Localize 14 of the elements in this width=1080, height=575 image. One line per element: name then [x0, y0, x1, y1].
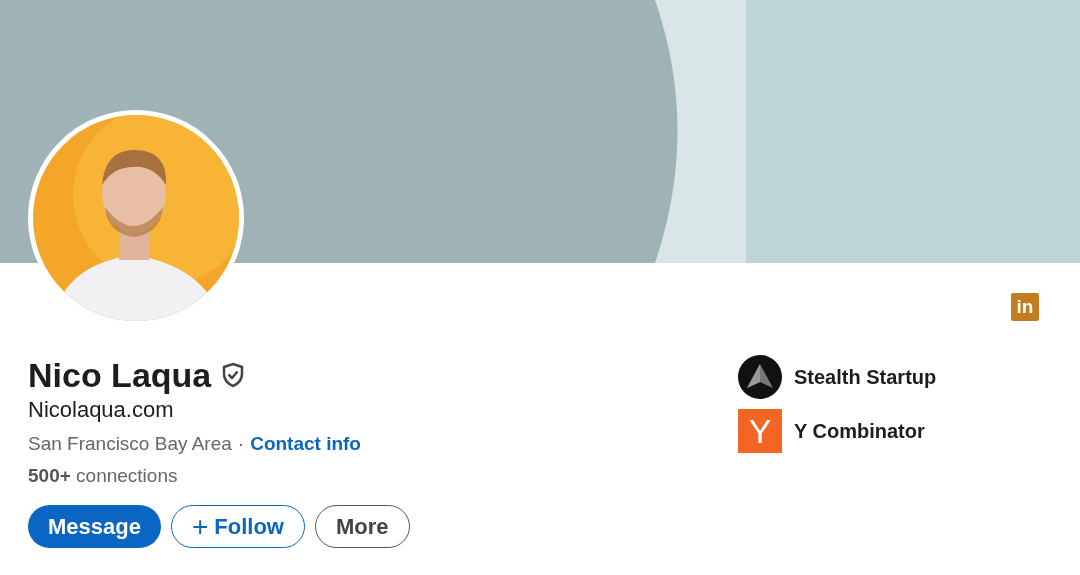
company-logo-icon: Y: [738, 409, 782, 453]
separator-dot: ·: [237, 433, 245, 455]
message-button[interactable]: Message: [28, 505, 161, 548]
contact-info-link[interactable]: Contact info: [250, 433, 361, 455]
profile-name: Nico Laqua: [28, 355, 212, 395]
company-name[interactable]: Stealth Startup: [794, 365, 937, 389]
brand-badge-icon[interactable]: in: [1011, 293, 1039, 321]
company-logo-icon: [738, 355, 782, 399]
follow-button[interactable]: + Follow: [170, 505, 305, 548]
more-button[interactable]: More: [314, 505, 410, 548]
website-text: Nicolaqua.com: [28, 397, 175, 423]
company-name[interactable]: Y Combinator: [794, 419, 925, 443]
location-text: San Francisco Bay Area: [28, 433, 232, 455]
connections-count: 500+ connections: [28, 465, 179, 487]
